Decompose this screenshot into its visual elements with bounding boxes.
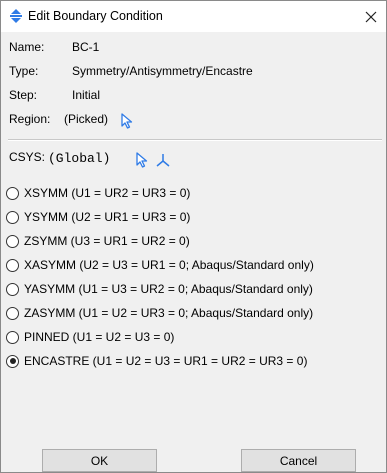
radio-encastre[interactable] (6, 354, 19, 368)
option-yasymm[interactable]: YASYMM (U1 = U3 = UR2 = 0; Abaqus/Standa… (6, 279, 313, 299)
option-label: ZASYMM (U1 = U2 = UR3 = 0; Abaqus/Standa… (24, 306, 314, 320)
step-value: Initial (72, 88, 101, 102)
region-row: Region: (Picked) (9, 112, 133, 130)
radio-xsymm[interactable] (6, 186, 19, 200)
close-button[interactable] (356, 1, 386, 32)
csys-value: (Global) (48, 151, 111, 166)
name-row: Name: BC-1 (9, 40, 99, 58)
ok-button[interactable]: OK (42, 449, 157, 472)
cancel-button[interactable]: Cancel (241, 449, 356, 472)
option-xasymm[interactable]: XASYMM (U2 = U3 = UR1 = 0; Abaqus/Standa… (6, 255, 314, 275)
type-value: Symmetry/Antisymmetry/Encastre (72, 64, 253, 78)
radio-zsymm[interactable] (6, 234, 19, 248)
csys-row: CSYS: (Global) (9, 150, 170, 170)
option-encastre[interactable]: ENCASTRE (U1 = U2 = U3 = UR1 = UR2 = UR3… (6, 351, 307, 371)
title-bar[interactable]: Edit Boundary Condition (1, 1, 386, 32)
window-title: Edit Boundary Condition (28, 9, 163, 23)
pick-arrow-icon[interactable] (120, 113, 134, 129)
option-label: ZSYMM (U3 = UR1 = UR2 = 0) (24, 234, 190, 248)
type-label: Type: (9, 64, 39, 78)
radio-ysymm[interactable] (6, 210, 19, 224)
type-row: Type: Symmetry/Antisymmetry/Encastre (9, 64, 253, 82)
csys-triad-icon[interactable] (155, 152, 171, 168)
radio-yasymm[interactable] (6, 282, 19, 296)
region-label: Region: (9, 112, 51, 126)
csys-label: CSYS: (9, 150, 46, 164)
pick-arrow-icon[interactable] (135, 152, 149, 168)
radio-pinned[interactable] (6, 330, 19, 344)
option-zasymm[interactable]: ZASYMM (U1 = U2 = UR3 = 0; Abaqus/Standa… (6, 303, 313, 323)
edit-boundary-condition-dialog: Edit Boundary Condition Name: BC-1 Type:… (0, 0, 387, 473)
radio-xasymm[interactable] (6, 258, 19, 272)
step-row: Step: Initial (9, 88, 100, 106)
option-label: ENCASTRE (U1 = U2 = U3 = UR1 = UR2 = UR3… (24, 354, 308, 368)
option-zsymm[interactable]: ZSYMM (U3 = UR1 = UR2 = 0) (6, 231, 190, 251)
option-label: YSYMM (U2 = UR1 = UR3 = 0) (24, 210, 191, 224)
separator (8, 139, 382, 141)
option-ysymm[interactable]: YSYMM (U2 = UR1 = UR3 = 0) (6, 207, 190, 227)
option-label: YASYMM (U1 = U3 = UR2 = 0; Abaqus/Standa… (24, 282, 313, 296)
option-label: XSYMM (U1 = UR2 = UR3 = 0) (24, 186, 191, 200)
option-label: XASYMM (U2 = U3 = UR1 = 0; Abaqus/Standa… (24, 258, 314, 272)
close-icon (365, 11, 377, 22)
radio-zasymm[interactable] (6, 306, 19, 320)
option-xsymm[interactable]: XSYMM (U1 = UR2 = UR3 = 0) (6, 183, 190, 203)
name-value: BC-1 (72, 40, 100, 54)
step-label: Step: (9, 88, 38, 102)
app-icon (10, 9, 22, 23)
option-pinned[interactable]: PINNED (U1 = U2 = U3 = 0) (6, 327, 174, 347)
region-value: (Picked) (64, 112, 109, 126)
name-label: Name: (9, 40, 45, 54)
option-label: PINNED (U1 = U2 = U3 = 0) (24, 330, 175, 344)
